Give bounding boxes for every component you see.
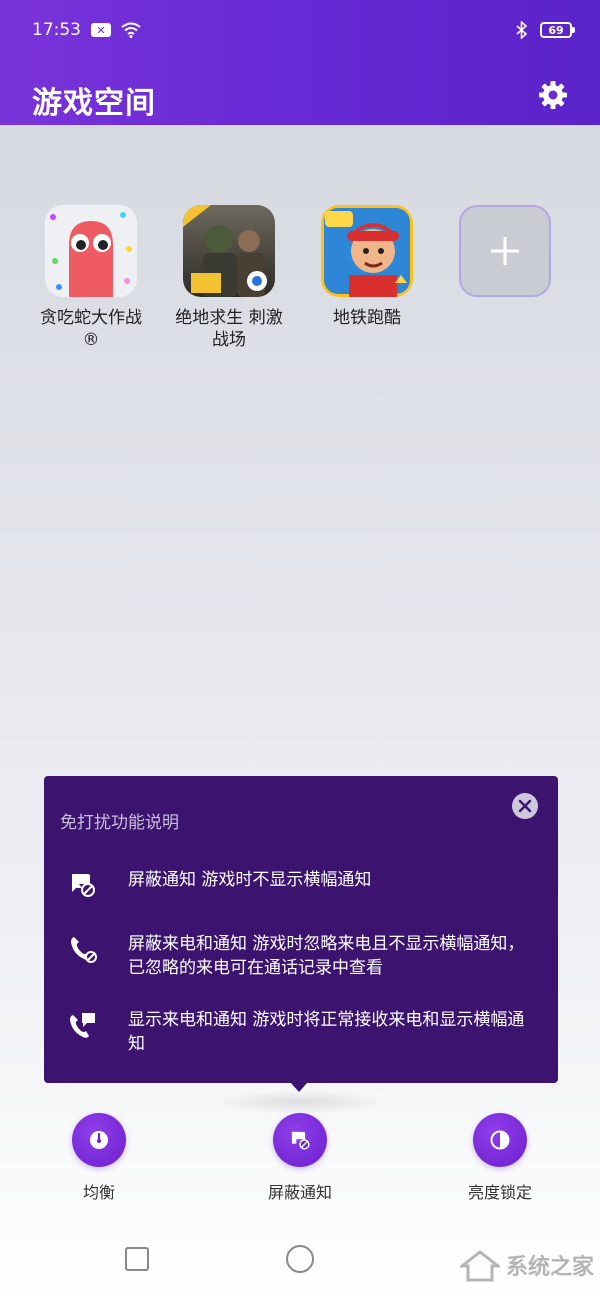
battery-icon: 69 (540, 22, 575, 38)
option-text: 屏蔽来电和通知 游戏时忽略来电且不显示横幅通知，已忽略的来电可在通话记录中查看 (128, 934, 525, 978)
watermark: 系统之家 (459, 1248, 594, 1282)
game-name: 地铁跑酷 (333, 308, 401, 328)
tool-brightness-lock[interactable]: 亮度锁定 (440, 1113, 560, 1203)
game-item[interactable]: 贪吃蛇大作战® (22, 205, 160, 351)
app-header: 17:53 ✕ 69 游戏空间 (0, 0, 600, 125)
tool-button[interactable] (473, 1113, 527, 1167)
game-name: 绝地求生 刺激战场 (175, 308, 283, 350)
option-show-calls: 显示来电和通知 游戏时将正常接收来电和显示横幅通知 (68, 1008, 538, 1056)
close-button[interactable] (512, 793, 538, 819)
snake-game-icon[interactable] (45, 205, 137, 297)
game-list: 贪吃蛇大作战® 绝地求生 刺激战场 地铁跑酷 (22, 205, 574, 351)
block-notification-icon (72, 874, 95, 897)
tool-balance[interactable]: 均衡 (39, 1113, 159, 1203)
watermark-logo-icon (459, 1250, 500, 1282)
status-time: 17:53 (32, 20, 81, 40)
add-game-button[interactable] (459, 205, 551, 297)
tool-label: 屏蔽通知 (267, 1183, 332, 1202)
gear-icon[interactable] (538, 80, 568, 110)
game-item[interactable]: 绝地求生 刺激战场 (160, 205, 298, 351)
battery-level: 69 (548, 23, 564, 37)
plus-icon (491, 237, 519, 265)
option-text: 显示来电和通知 游戏时将正常接收来电和显示横幅通知 (128, 1010, 525, 1054)
recent-apps-button[interactable] (125, 1247, 149, 1271)
option-block-calls: 屏蔽来电和通知 游戏时忽略来电且不显示横幅通知，已忽略的来电可在通话记录中查看 (68, 932, 538, 980)
speedometer-icon (90, 1131, 108, 1149)
bluetooth-icon (516, 21, 528, 39)
notification-icon: ✕ (91, 23, 111, 37)
tool-block-notifications[interactable]: 屏蔽通知 (240, 1113, 360, 1203)
popup-pointer (290, 1082, 308, 1092)
pubg-game-icon[interactable] (183, 205, 275, 297)
watermark-text: 系统之家 (505, 1255, 594, 1280)
option-block-notifications: 屏蔽通知 游戏时不显示横幅通知 (68, 868, 538, 900)
page-title: 游戏空间 (32, 86, 156, 121)
home-button[interactable] (286, 1245, 314, 1273)
tool-label: 亮度锁定 (467, 1183, 532, 1202)
status-bar: 17:53 ✕ 69 (0, 0, 600, 60)
game-name: 贪吃蛇大作战® (40, 308, 142, 350)
call-notification-icon (70, 1013, 95, 1038)
tool-button[interactable] (72, 1113, 126, 1167)
subway-surfers-icon[interactable] (321, 205, 413, 297)
tool-button[interactable] (273, 1113, 327, 1167)
game-item[interactable]: 地铁跑酷 (298, 205, 436, 351)
add-game-item[interactable] (436, 205, 574, 351)
block-call-icon (71, 937, 97, 963)
popup-title: 免打扰功能说明 (60, 813, 179, 833)
tool-label: 均衡 (82, 1183, 115, 1202)
dnd-info-popup: 免打扰功能说明 屏蔽通知 游戏时不显示横幅通知 屏蔽来电和通知 游戏时忽略来电且… (44, 776, 558, 1083)
option-text: 屏蔽通知 游戏时不显示横幅通知 (128, 870, 372, 890)
brightness-icon (490, 1130, 510, 1150)
block-notification-icon (291, 1131, 310, 1150)
wifi-icon (121, 22, 141, 38)
tool-shadow (210, 1090, 390, 1114)
close-icon (518, 799, 532, 813)
